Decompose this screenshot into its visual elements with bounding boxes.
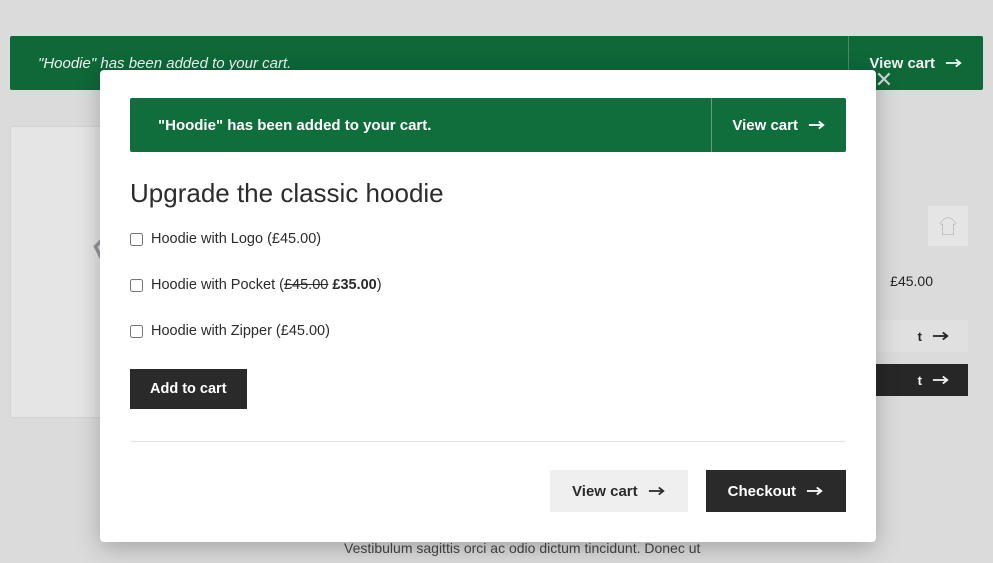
- modal-added-notice: "Hoodie" has been added to your cart. Vi…: [130, 98, 846, 152]
- close-icon[interactable]: ✕: [872, 68, 896, 92]
- upsell-title: Upgrade the classic hoodie: [130, 178, 846, 209]
- view-cart-button[interactable]: View cart: [550, 470, 688, 512]
- modal-view-cart-link[interactable]: View cart: [711, 98, 826, 152]
- upsell-option[interactable]: Hoodie with Zipper (£45.00): [130, 323, 846, 339]
- upsell-option[interactable]: Hoodie with Logo (£45.00): [130, 231, 846, 247]
- add-to-cart-button[interactable]: Add to cart: [130, 369, 247, 409]
- arrow-right-icon: [806, 486, 824, 496]
- upsell-option-label: Hoodie with Zipper (£45.00): [151, 323, 330, 339]
- modal-notice-text: "Hoodie" has been added to your cart.: [158, 117, 431, 134]
- upsell-option-label: Hoodie with Logo (£45.00): [151, 231, 321, 247]
- upsell-checkbox[interactable]: [130, 279, 143, 292]
- modal-actions: View cart Checkout: [130, 470, 846, 512]
- upsell-option[interactable]: Hoodie with Pocket (£45.00 £35.00): [130, 277, 846, 293]
- arrow-right-icon: [808, 120, 826, 130]
- upsell-checkbox[interactable]: [130, 325, 143, 338]
- divider: [130, 441, 846, 442]
- upsell-checkbox[interactable]: [130, 233, 143, 246]
- arrow-right-icon: [648, 486, 666, 496]
- upsell-option-label: Hoodie with Pocket (£45.00 £35.00): [151, 277, 382, 293]
- upsell-modal: ✕ "Hoodie" has been added to your cart. …: [100, 70, 876, 542]
- checkout-button[interactable]: Checkout: [706, 470, 846, 512]
